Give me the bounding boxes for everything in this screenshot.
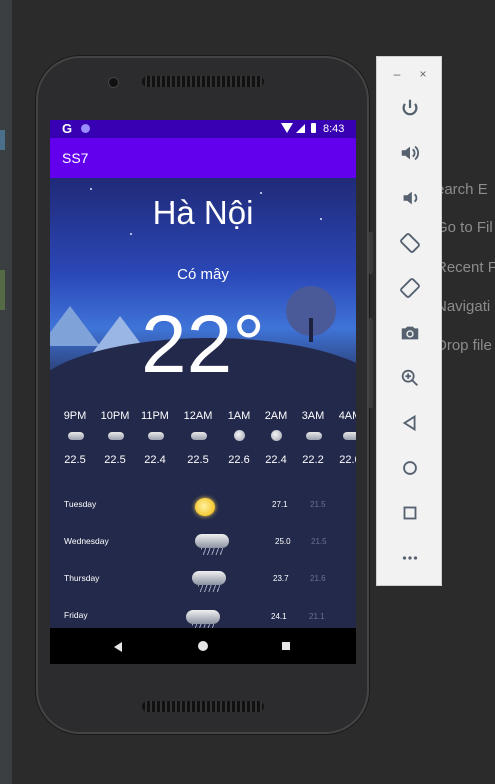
- cloud-icon: [68, 432, 84, 440]
- cloud-icon: [306, 432, 322, 440]
- device-volume-button[interactable]: [369, 318, 373, 408]
- day-low: 21.6: [310, 574, 326, 583]
- back-icon[interactable]: [387, 405, 433, 441]
- cloud-icon: [191, 432, 207, 440]
- back-icon[interactable]: [114, 642, 122, 652]
- hourly-item: 2AM 22.4: [256, 410, 296, 466]
- signal-icon: [296, 124, 305, 133]
- ide-hint-recent-files[interactable]: Recent F: [436, 259, 495, 276]
- day-name: Tuesday: [64, 499, 97, 509]
- close-button[interactable]: ×: [415, 67, 431, 81]
- ide-hint-navigation[interactable]: Navigati: [436, 298, 490, 315]
- hourly-item: 11PM 22.4: [135, 410, 175, 466]
- day-high: 27.1: [272, 500, 288, 509]
- google-icon: G: [62, 121, 73, 136]
- hourly-item: 4AM 22.0: [330, 410, 356, 466]
- hourly-item: 9PM 22.5: [55, 410, 95, 466]
- star: [130, 233, 132, 235]
- more-icon[interactable]: [387, 540, 433, 576]
- hourly-time: 3AM: [301, 410, 325, 422]
- notification-dot-icon: [81, 124, 90, 133]
- cloud-icon: [343, 432, 356, 440]
- android-nav-bar: [50, 628, 356, 664]
- moon-icon: [271, 430, 282, 441]
- daily-row: Wednesday 25.0 21.5: [50, 527, 356, 563]
- ide-side-strip: [0, 0, 12, 784]
- home-icon[interactable]: [198, 641, 208, 651]
- speaker-grille-bottom: [142, 701, 264, 712]
- ide-hint-drop-files: Drop file: [436, 337, 492, 354]
- cloud-icon: [148, 432, 164, 440]
- storm-cloud-icon: [192, 571, 226, 593]
- rotate-left-icon[interactable]: [387, 225, 433, 261]
- status-bar: G 8:43: [50, 120, 356, 138]
- day-low: 21.1: [309, 612, 325, 621]
- camera-icon[interactable]: [387, 315, 433, 351]
- day-high: 24.1: [271, 612, 287, 621]
- hourly-item: 1AM 22.6: [219, 410, 259, 466]
- hourly-time: 2AM: [264, 410, 288, 422]
- device-side-button[interactable]: [369, 232, 373, 274]
- day-high: 25.0: [275, 537, 291, 546]
- hourly-time: 10PM: [100, 410, 130, 422]
- hourly-temp: 22.2: [302, 454, 324, 466]
- hourly-temp: 22.0: [339, 454, 356, 466]
- front-camera: [109, 78, 118, 87]
- cloud-icon: [108, 432, 124, 440]
- star: [90, 188, 92, 190]
- speaker-grille-top: [142, 76, 264, 87]
- hourly-time: 11PM: [141, 410, 169, 422]
- ide-strip-marker: [0, 270, 5, 310]
- ide-hint-search[interactable]: earch E: [436, 181, 488, 198]
- hourly-time: 4AM: [338, 410, 356, 422]
- hourly-time: 12AM: [183, 410, 213, 422]
- status-time: 8:43: [323, 123, 345, 135]
- storm-cloud-icon: [195, 534, 229, 556]
- volume-up-icon[interactable]: [387, 135, 433, 171]
- hourly-temp: 22.5: [104, 454, 126, 466]
- wifi-icon: [281, 123, 293, 133]
- hourly-item: 10PM 22.5: [95, 410, 135, 466]
- ide-welcome-hints: earch E Go to Fil Recent F Navigati Drop…: [436, 0, 495, 784]
- hourly-temp: 22.5: [64, 454, 86, 466]
- device-screen: G 8:43 SS7 Hà Nội Có mây 22° 9PM 22.5 10…: [50, 120, 356, 664]
- hourly-temp: 22.6: [228, 454, 250, 466]
- volume-down-icon[interactable]: [387, 180, 433, 216]
- current-temperature: 22°: [140, 299, 265, 390]
- zoom-icon[interactable]: [387, 360, 433, 396]
- hourly-temp: 22.5: [187, 454, 209, 466]
- home-icon[interactable]: [387, 450, 433, 486]
- hourly-time: 1AM: [227, 410, 251, 422]
- hourly-item: 3AM 22.2: [293, 410, 333, 466]
- emulator-toolbar: – ×: [376, 56, 442, 586]
- daily-row: Tuesday 27.1 21.5: [50, 490, 356, 526]
- sun-icon: [195, 498, 215, 516]
- recents-icon[interactable]: [282, 642, 290, 650]
- moon-icon: [234, 430, 245, 441]
- day-low: 21.5: [310, 500, 326, 509]
- minimize-button[interactable]: –: [389, 67, 405, 81]
- day-name: Wednesday: [64, 536, 109, 546]
- battery-icon: [311, 123, 316, 133]
- app-bar: SS7: [50, 138, 356, 178]
- hourly-time: 9PM: [63, 410, 87, 422]
- city-name: Hà Nội: [152, 194, 254, 231]
- rotate-right-icon[interactable]: [387, 270, 433, 306]
- hourly-forecast[interactable]: 9PM 22.5 10PM 22.5 11PM 22.4 12AM 22.5 1…: [50, 410, 356, 480]
- ide-strip-marker: [0, 130, 5, 150]
- ide-hint-goto-file[interactable]: Go to Fil: [436, 219, 493, 236]
- hourly-temp: 22.4: [265, 454, 287, 466]
- hourly-item: 12AM 22.5: [178, 410, 218, 466]
- hourly-temp: 22.4: [144, 454, 166, 466]
- day-low: 21.5: [311, 537, 327, 546]
- day-high: 23.7: [273, 574, 289, 583]
- day-name: Thursday: [64, 573, 100, 583]
- app-title: SS7: [62, 150, 89, 166]
- weather-condition: Có mây: [177, 266, 229, 283]
- day-name: Friday: [64, 610, 88, 620]
- overview-icon[interactable]: [387, 495, 433, 531]
- power-icon[interactable]: [387, 90, 433, 126]
- daily-row: Thursday 23.7 21.6: [50, 564, 356, 600]
